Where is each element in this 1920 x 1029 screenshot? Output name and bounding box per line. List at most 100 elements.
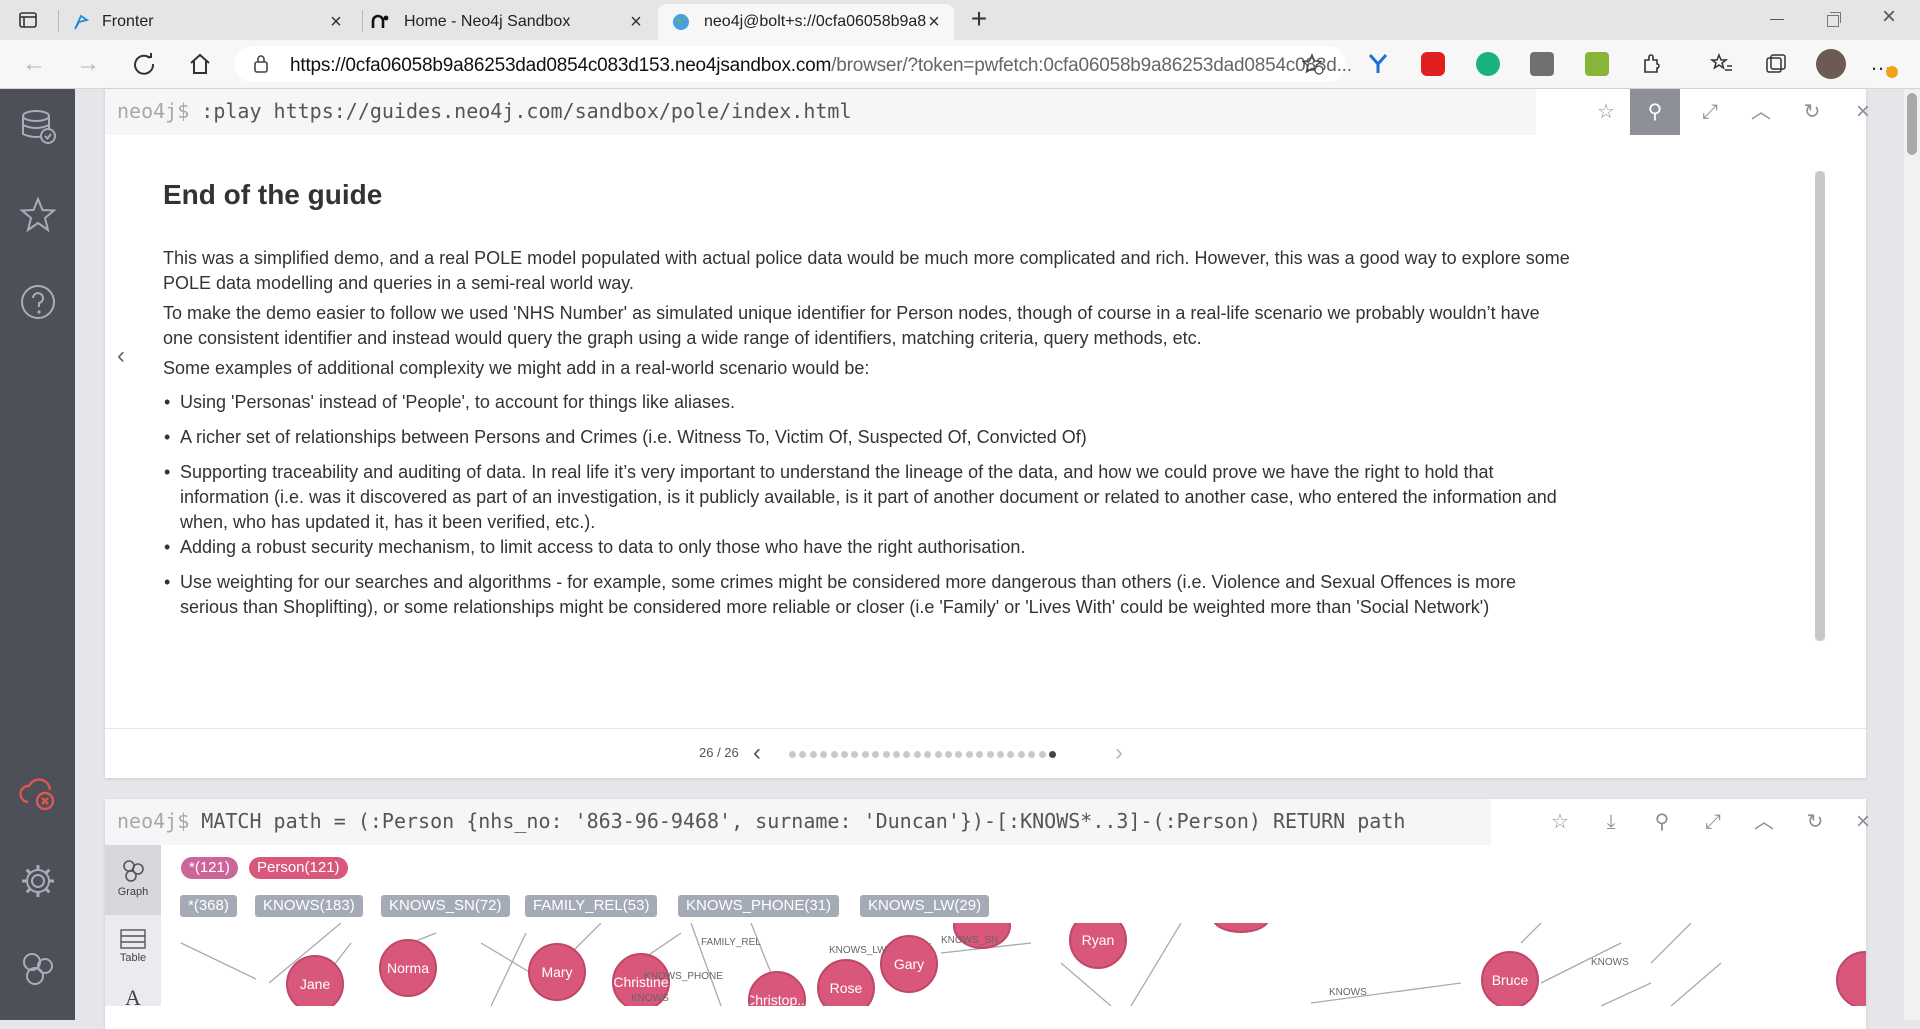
node-label-person[interactable]: Person(121) — [249, 857, 348, 879]
carousel-dot[interactable] — [809, 751, 817, 758]
url-field[interactable]: https://0cfa06058b9a86253dad0854c083d153… — [234, 46, 1352, 82]
collections-icon[interactable] — [1764, 52, 1788, 76]
carousel-dot[interactable] — [861, 751, 869, 758]
carousel-dot[interactable] — [924, 751, 932, 758]
favorite-star-icon[interactable]: ☆ — [1591, 97, 1621, 127]
carousel-dot[interactable] — [955, 751, 963, 758]
refresh-icon[interactable] — [128, 48, 160, 80]
guide-scrollbar[interactable] — [1815, 171, 1825, 641]
restore-window-button[interactable] — [1822, 8, 1844, 30]
favorite-star-icon[interactable]: ☆ — [1545, 807, 1575, 837]
guide-command-bar[interactable]: neo4j$ :play https://guides.neo4j.com/sa… — [105, 89, 1536, 135]
extensions-puzzle-icon[interactable] — [1640, 52, 1664, 76]
carousel-dot[interactable] — [841, 751, 848, 758]
carousel-dot[interactable] — [997, 751, 1004, 758]
tab-actions-icon[interactable] — [18, 10, 38, 30]
profile-avatar[interactable] — [1816, 49, 1846, 79]
relationship-type-knows-lw[interactable]: KNOWS_LW(29) — [860, 895, 990, 917]
graph-node[interactable]: Gary — [880, 935, 938, 993]
carousel-dot[interactable] — [1017, 751, 1025, 758]
tab-neo4j-sandbox[interactable]: Home - Neo4j Sandbox × — [366, 4, 656, 40]
carousel-dot[interactable] — [903, 751, 911, 758]
collapse-icon[interactable]: ︿ — [1746, 97, 1776, 127]
page-scrollbar[interactable] — [1904, 89, 1920, 1020]
graph-canvas[interactable]: Jane Norma Mary Christine Christop... Ro… — [161, 923, 1866, 1006]
fullscreen-icon[interactable]: ⤢ — [1695, 97, 1725, 127]
relationship-type-knows-sn[interactable]: KNOWS_SN(72) — [381, 895, 510, 917]
carousel-dot[interactable] — [1007, 751, 1015, 758]
tab-neo4j-browser[interactable]: neo4j@bolt+s://0cfa06058b9a86 × — [658, 4, 954, 40]
graph-view-tab[interactable]: Graph — [105, 845, 161, 915]
graph-node[interactable]: Norma — [379, 939, 437, 997]
carousel-dot[interactable] — [799, 751, 807, 758]
carousel-dot[interactable] — [976, 751, 984, 758]
text-view-icon[interactable]: A — [105, 985, 161, 1010]
guide-bullet: Supporting traceability and auditing of … — [164, 460, 1575, 535]
download-icon[interactable]: ⤓ — [1596, 807, 1626, 837]
favorites-star-icon[interactable] — [18, 195, 58, 235]
carousel-dot[interactable] — [945, 751, 952, 758]
minimize-window-button[interactable] — [1766, 8, 1788, 30]
relationship-type-knows[interactable]: KNOWS(183) — [255, 895, 363, 917]
collapse-icon[interactable]: ︿ — [1749, 807, 1779, 837]
fullscreen-icon[interactable]: ⤢ — [1698, 807, 1728, 837]
carousel-next-icon[interactable]: › — [1115, 739, 1131, 767]
carousel-dot[interactable] — [1049, 751, 1056, 758]
close-window-button[interactable]: × — [1878, 5, 1900, 29]
close-frame-icon[interactable]: × — [1848, 97, 1878, 127]
graph-node[interactable]: Mary — [528, 943, 586, 1001]
help-icon[interactable] — [18, 282, 58, 322]
extension-y-icon[interactable] — [1366, 52, 1390, 76]
carousel-dot[interactable] — [830, 751, 838, 758]
graph-node[interactable]: Bruce — [1481, 951, 1539, 1006]
guide-bullet: Adding a robust security mechanism, to l… — [164, 535, 1575, 560]
close-tab-icon[interactable]: × — [624, 10, 648, 34]
previous-slide-icon[interactable]: ‹ — [111, 341, 131, 371]
new-tab-button[interactable]: + — [964, 4, 994, 34]
settings-gear-icon[interactable] — [18, 861, 58, 901]
home-icon[interactable] — [184, 48, 216, 80]
carousel-dot[interactable] — [820, 751, 828, 758]
pin-icon[interactable]: ⚲ — [1630, 89, 1680, 135]
database-icon[interactable] — [18, 107, 58, 147]
carousel-dot[interactable] — [789, 751, 796, 758]
relationship-type-all[interactable]: *(368) — [180, 895, 237, 917]
carousel-dot[interactable] — [1038, 751, 1046, 758]
carousel-dot[interactable] — [893, 751, 900, 758]
page-scrollbar-thumb[interactable] — [1907, 93, 1917, 155]
carousel-dot[interactable] — [872, 751, 880, 758]
about-neo4j-icon[interactable] — [18, 948, 58, 988]
node-label-all[interactable]: *(121) — [181, 857, 238, 879]
rerun-icon[interactable]: ↻ — [1800, 807, 1830, 837]
table-view-tab[interactable]: Table — [105, 921, 161, 981]
carousel-dot[interactable] — [882, 751, 890, 758]
forward-button[interactable]: → — [72, 48, 104, 80]
favorites-icon[interactable] — [1710, 52, 1734, 76]
carousel-dot[interactable] — [913, 751, 921, 758]
carousel-dot[interactable] — [965, 751, 973, 758]
relationship-type-knows-phone[interactable]: KNOWS_PHONE(31) — [678, 895, 840, 917]
connection-error-icon[interactable] — [18, 774, 58, 814]
back-button[interactable]: ← — [18, 48, 50, 80]
tab-fronter[interactable]: Fronter × — [66, 4, 356, 40]
carousel-dot[interactable] — [851, 751, 859, 758]
plant-extension-icon[interactable] — [1585, 52, 1609, 76]
add-favorite-icon[interactable] — [1302, 53, 1324, 75]
carousel-dot[interactable] — [1028, 751, 1036, 758]
grammarly-extension-icon[interactable] — [1476, 52, 1500, 76]
rerun-icon[interactable]: ↻ — [1797, 97, 1827, 127]
carousel-dot[interactable] — [986, 751, 994, 758]
s-extension-icon[interactable] — [1530, 52, 1554, 76]
relationship-type-family-rel[interactable]: FAMILY_REL(53) — [525, 895, 658, 917]
carousel-previous-icon[interactable]: ‹ — [753, 739, 769, 767]
close-tab-icon[interactable]: × — [922, 10, 946, 34]
query-command-bar[interactable]: neo4j$ MATCH path = (:Person {nhs_no: '8… — [105, 799, 1491, 845]
pin-icon[interactable]: ⚲ — [1647, 807, 1677, 837]
adblock-extension-icon[interactable] — [1421, 52, 1445, 76]
close-frame-icon[interactable]: × — [1848, 807, 1878, 837]
graph-node[interactable]: Jane — [286, 955, 344, 1006]
carousel-dot[interactable] — [934, 751, 942, 758]
close-tab-icon[interactable]: × — [324, 10, 348, 34]
guide-scrollbar-thumb[interactable] — [1815, 171, 1825, 641]
lock-icon[interactable] — [252, 54, 270, 74]
